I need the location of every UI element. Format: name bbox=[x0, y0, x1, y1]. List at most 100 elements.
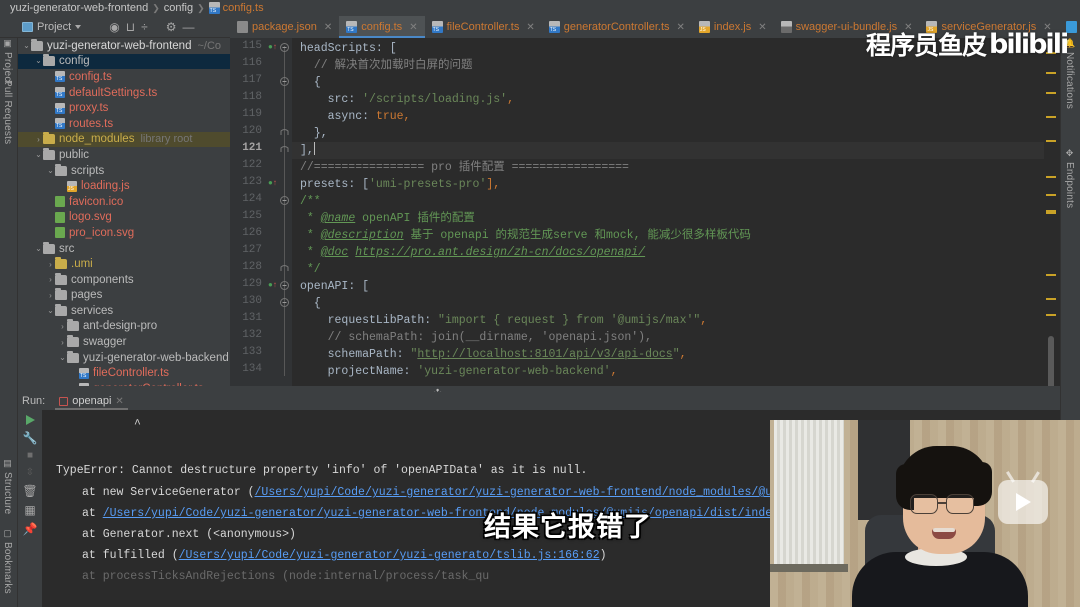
close-icon[interactable]: ✕ bbox=[677, 22, 685, 33]
tree-node[interactable]: › pages bbox=[18, 288, 230, 304]
chevron-down-icon[interactable]: ⌄ bbox=[22, 41, 31, 49]
tree-node[interactable]: favicon.ico bbox=[18, 194, 230, 210]
project-tree[interactable]: ⌄ yuzi-generator-web-frontend ~/Co ⌄ config c… bbox=[18, 38, 230, 386]
close-icon[interactable]: ✕ bbox=[1043, 22, 1051, 33]
tree-node[interactable]: loading.js bbox=[18, 178, 230, 194]
stacktrace-link[interactable]: /Users/yupi/Code/yuzi-generator/yuzi-gen… bbox=[179, 549, 490, 562]
tree-node[interactable]: › components bbox=[18, 272, 230, 288]
code-line[interactable]: async: true, bbox=[300, 108, 411, 125]
tree-node[interactable]: fileController.ts bbox=[18, 365, 230, 381]
chevron-right-icon[interactable]: › bbox=[46, 291, 55, 300]
editor-tab-config-ts[interactable]: config.ts ✕ bbox=[339, 16, 425, 38]
collapse-all-icon[interactable]: ⊔ bbox=[126, 21, 135, 33]
fold-collapse-icon[interactable] bbox=[280, 298, 289, 307]
tree-node[interactable]: ⌄ yuzi-generator-web-frontend ~/Co bbox=[18, 38, 230, 54]
fold-end-icon[interactable] bbox=[280, 264, 289, 273]
sidebar-item-notifications[interactable]: 🔔 Notifications bbox=[1064, 38, 1075, 109]
code-line[interactable]: //================ pro 插件配置 ============… bbox=[300, 159, 629, 176]
code-editor[interactable]: 115 ●↑ 116 117 118 119 120 121 122 123 ●↑ 124 125 126… bbox=[230, 38, 1060, 386]
editor-tab-package-json[interactable]: package.json ✕ bbox=[230, 16, 339, 38]
code-line[interactable]: schemaPath: "http://localhost:8101/api/v… bbox=[300, 346, 687, 363]
chevron-right-icon[interactable]: › bbox=[58, 322, 67, 331]
sidebar-item-bookmarks[interactable]: ▢ Bookmarks bbox=[2, 528, 13, 594]
code-line[interactable]: projectName: 'yuzi-generator-web-backend… bbox=[300, 363, 618, 380]
tree-node[interactable]: pro_icon.svg bbox=[18, 225, 230, 241]
code-line[interactable]: // 解决首次加载时白屏的问题 bbox=[300, 57, 473, 74]
sidebar-item-structure[interactable]: ▤ Structure bbox=[2, 458, 13, 514]
gutter-bookmark-icon[interactable]: ●↑ bbox=[268, 280, 277, 289]
close-icon[interactable]: ✕ bbox=[409, 22, 417, 33]
sidebar-item-endpoints[interactable]: ✥ Endpoints bbox=[1064, 148, 1075, 208]
editor-gutter[interactable]: 115 ●↑ 116 117 118 119 120 121 122 123 ●↑ 124 125 126… bbox=[230, 38, 292, 386]
chevron-right-icon[interactable]: › bbox=[58, 338, 67, 347]
wrench-settings-icon[interactable]: 🔧 bbox=[23, 432, 38, 444]
rerun-icon[interactable] bbox=[25, 415, 35, 425]
tree-node[interactable]: ⌄ yuzi-generator-web-backend bbox=[18, 350, 230, 366]
fold-end-icon[interactable] bbox=[280, 128, 289, 137]
tree-node[interactable]: config.ts bbox=[18, 69, 230, 85]
tree-node[interactable]: defaultSettings.ts bbox=[18, 85, 230, 101]
editor-tab-servicegenerator-js[interactable]: serviceGenerator.js ✕ bbox=[919, 16, 1058, 38]
tree-node[interactable]: ⌄ scripts bbox=[18, 163, 230, 179]
code-line[interactable]: openAPI: [ bbox=[300, 278, 369, 295]
close-icon[interactable]: ✕ bbox=[904, 22, 912, 33]
stop-icon[interactable]: ■ bbox=[27, 451, 33, 461]
gutter-bookmark-icon[interactable]: ●↑ bbox=[268, 178, 277, 187]
chevron-right-icon[interactable]: › bbox=[46, 260, 55, 269]
settings-gear-icon[interactable]: ⚙ bbox=[166, 21, 177, 33]
fold-collapse-icon[interactable] bbox=[280, 43, 289, 52]
trash-icon[interactable]: 🗑 bbox=[22, 485, 37, 497]
code-line[interactable]: // schemaPath: join(__dirname, 'openapi.… bbox=[300, 329, 652, 346]
sidebar-item-pull-requests[interactable]: ⎯ Pull Requests bbox=[2, 66, 13, 144]
expand-all-icon[interactable]: ÷ bbox=[141, 21, 148, 33]
hide-panel-icon[interactable]: — bbox=[182, 21, 194, 33]
tree-node[interactable]: ⌄ src bbox=[18, 241, 230, 257]
editor-tab-filecontroller-ts[interactable]: fileController.ts ✕ bbox=[425, 16, 542, 38]
code-line[interactable]: headScripts: [ bbox=[300, 40, 397, 57]
editor-tab-swagger-ui-bundle-js[interactable]: swagger-ui-bundle.js ✕ bbox=[774, 16, 920, 38]
chevron-down-icon[interactable]: ⌄ bbox=[34, 57, 43, 65]
code-line[interactable]: requestLibPath: "import { request } from… bbox=[300, 312, 708, 329]
tree-node[interactable]: › node_modules library root bbox=[18, 131, 230, 148]
gutter-bookmark-icon[interactable]: ●↑ bbox=[268, 42, 277, 51]
fold-collapse-icon[interactable] bbox=[280, 196, 289, 205]
chevron-down-icon[interactable]: ⌄ bbox=[34, 150, 43, 158]
editor-scroll-markers[interactable] bbox=[1044, 38, 1060, 394]
code-line[interactable]: { bbox=[300, 295, 321, 312]
tree-node[interactable]: logo.svg bbox=[18, 210, 230, 226]
tree-node[interactable]: › ant-design-pro bbox=[18, 319, 230, 335]
editor-tab-generatorcontroller-ts[interactable]: generatorController.ts ✕ bbox=[542, 16, 692, 38]
search-everywhere-icon[interactable]: ◉ bbox=[109, 21, 119, 33]
chevron-down-icon[interactable]: ⌄ bbox=[34, 244, 43, 252]
tree-node[interactable]: ⌄ services bbox=[18, 303, 230, 319]
tree-node[interactable]: ⌄ public bbox=[18, 147, 230, 163]
tree-node[interactable]: ⌄ config bbox=[18, 53, 230, 70]
editor-code-area[interactable]: headScripts: [ // 解决首次加载时白屏的问题 { src: '/… bbox=[292, 38, 1060, 386]
code-line[interactable]: ], bbox=[292, 142, 1060, 159]
editor-tab-index-js[interactable]: index.js ✕ bbox=[692, 16, 774, 38]
breadcrumb-file[interactable]: config.ts bbox=[223, 2, 264, 14]
close-icon[interactable]: ✕ bbox=[115, 396, 123, 407]
code-line[interactable]: */ bbox=[300, 261, 321, 278]
stacktrace-link[interactable]: /tslib.js:166:62 bbox=[489, 549, 599, 562]
fold-collapse-icon[interactable] bbox=[280, 281, 289, 290]
breadcrumb-project[interactable]: yuzi-generator-web-frontend bbox=[10, 2, 148, 14]
code-line[interactable]: presets: ['umi-presets-pro'], bbox=[300, 176, 500, 193]
chevron-down-icon[interactable]: ⌄ bbox=[46, 306, 55, 314]
chevron-right-icon[interactable]: › bbox=[46, 275, 55, 284]
tree-node[interactable]: › swagger bbox=[18, 334, 230, 350]
editor-tab-export[interactable]: export✕ bbox=[1059, 16, 1080, 38]
tree-node[interactable]: routes.ts bbox=[18, 116, 230, 132]
stacktrace-link[interactable]: /Users/yupi/Code/yuzi-generator/yuzi-gen… bbox=[103, 507, 841, 520]
close-icon[interactable]: ✕ bbox=[758, 22, 766, 33]
sort-icon[interactable]: ⇳ bbox=[26, 468, 34, 478]
chevron-down-icon[interactable]: ⌄ bbox=[58, 353, 67, 361]
code-line[interactable]: * @name openAPI 插件的配置 bbox=[300, 210, 475, 227]
project-view-button[interactable]: Project bbox=[18, 20, 85, 34]
code-line[interactable]: /** bbox=[300, 193, 321, 210]
code-line[interactable]: { bbox=[300, 74, 321, 91]
fold-collapse-icon[interactable] bbox=[280, 77, 289, 86]
code-line[interactable]: src: '/scripts/loading.js', bbox=[300, 91, 514, 108]
tree-node[interactable]: proxy.ts bbox=[18, 100, 230, 116]
code-line[interactable]: * @doc https://pro.ant.design/zh-cn/docs… bbox=[300, 244, 645, 261]
